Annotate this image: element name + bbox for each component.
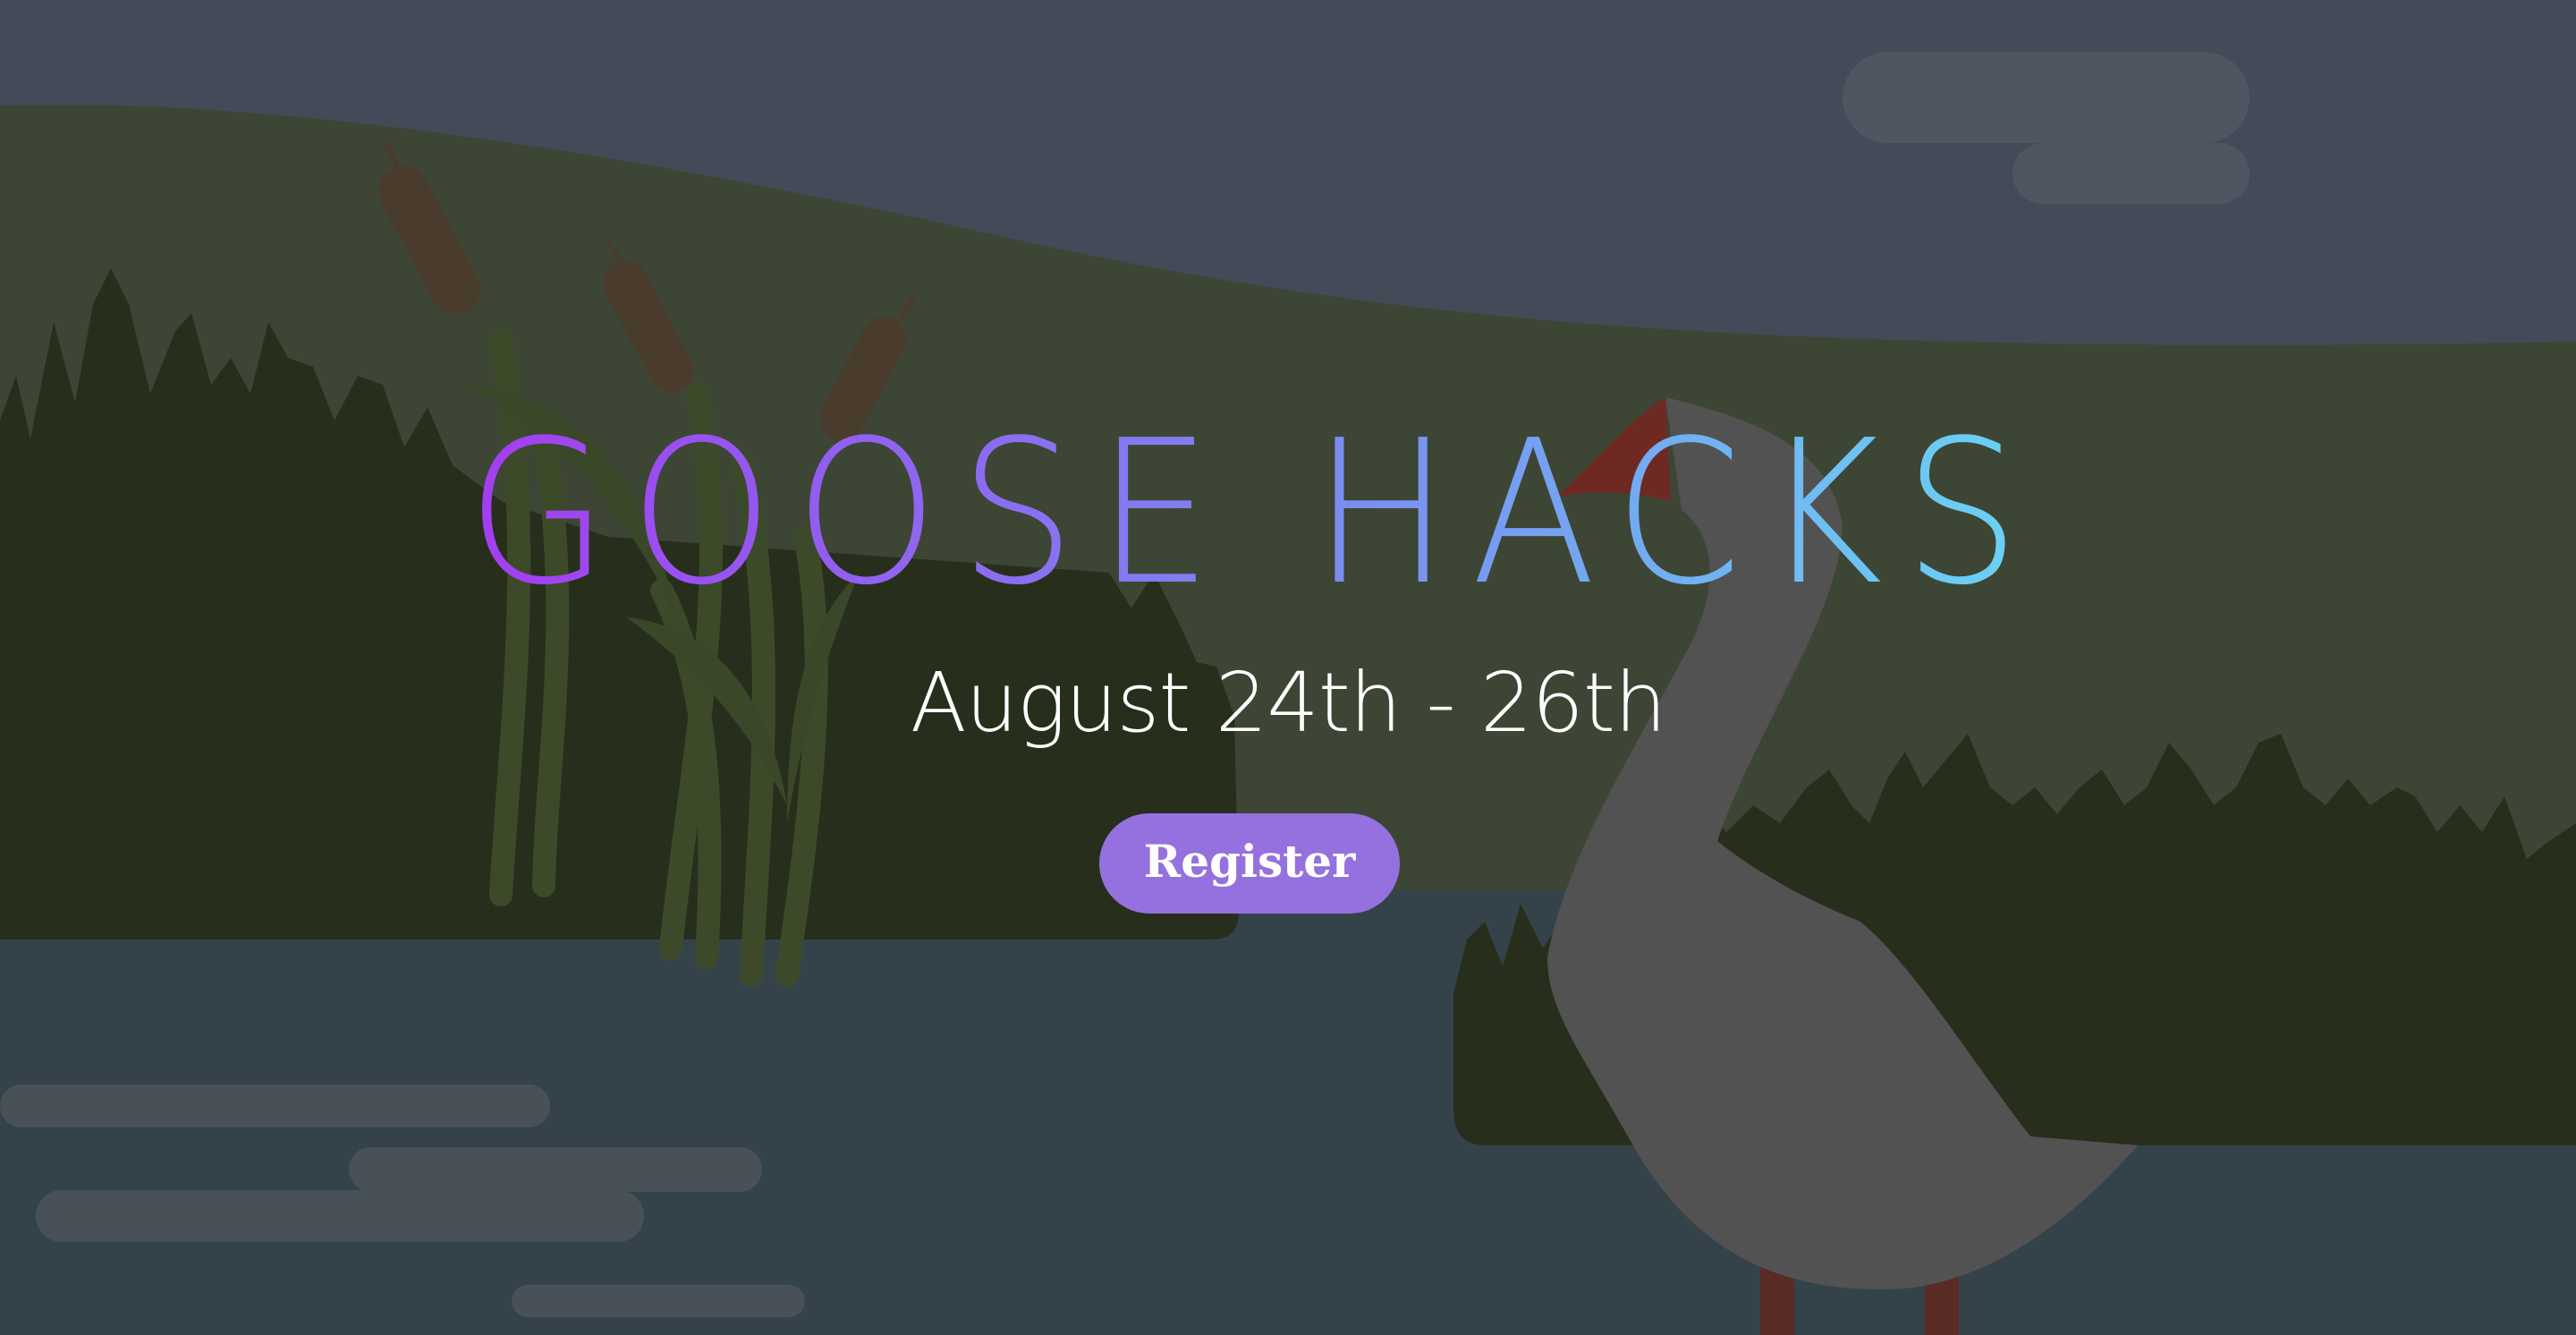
hero-section: GOOSE HACKS August 24th - 26th Register <box>0 0 2576 1335</box>
register-button[interactable]: Register <box>1099 813 1400 914</box>
event-date: August 24th - 26th <box>910 655 1667 751</box>
event-title: GOOSE HACKS <box>467 398 2041 629</box>
event-title-text: GOOSE HACKS <box>467 398 2041 629</box>
register-button-label: Register <box>1143 834 1356 888</box>
